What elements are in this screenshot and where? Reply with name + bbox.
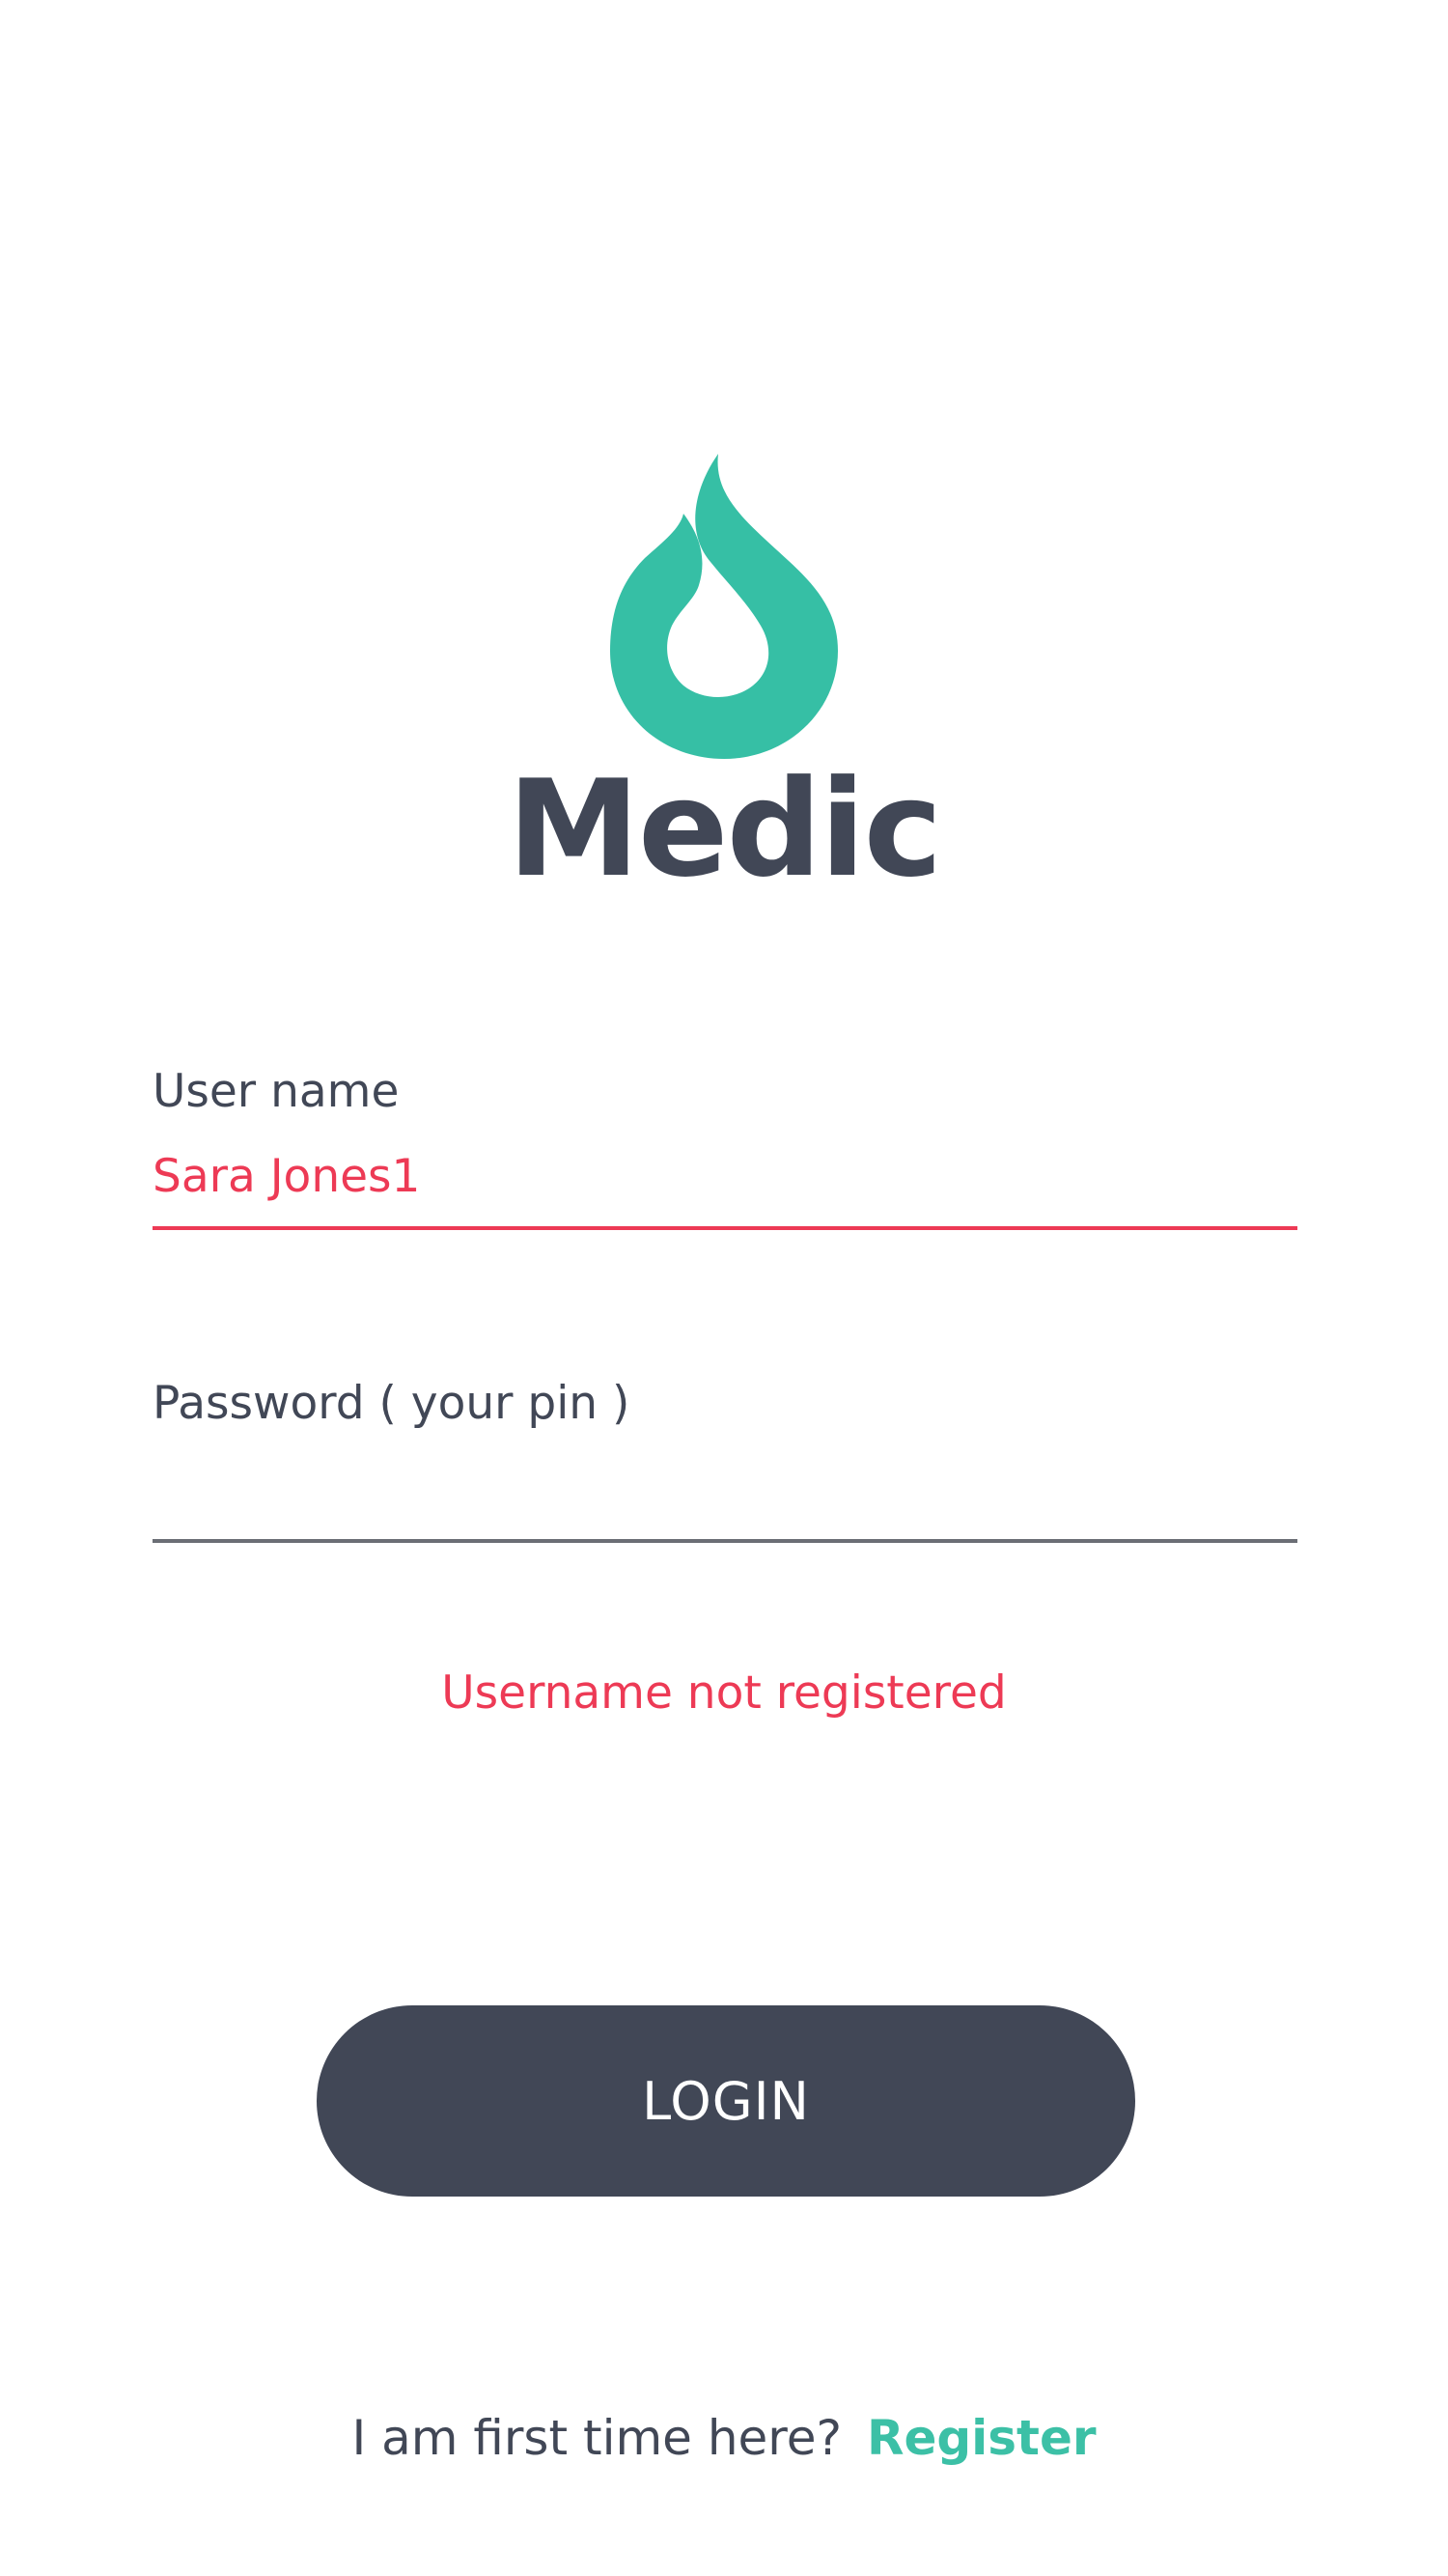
username-input[interactable] xyxy=(153,1151,1297,1231)
password-input[interactable] xyxy=(153,1463,1297,1543)
app-logo: Medic xyxy=(0,454,1448,896)
app-name: Medic xyxy=(507,751,943,907)
error-message: Username not registered xyxy=(441,1666,1007,1720)
password-field-group: Password ( your pin ) xyxy=(153,1381,1297,1543)
droplet-flame-icon xyxy=(610,454,838,759)
register-link[interactable]: Register xyxy=(867,2410,1097,2466)
login-button[interactable]: LOGIN xyxy=(317,2005,1135,2197)
username-label: User name xyxy=(153,1065,400,1118)
register-prompt: I am first time here? Register xyxy=(0,2414,1448,2462)
password-label: Password ( your pin ) xyxy=(153,1377,630,1430)
username-field-group: User name xyxy=(153,1065,1297,1231)
register-prompt-text: I am first time here? xyxy=(351,2410,843,2466)
